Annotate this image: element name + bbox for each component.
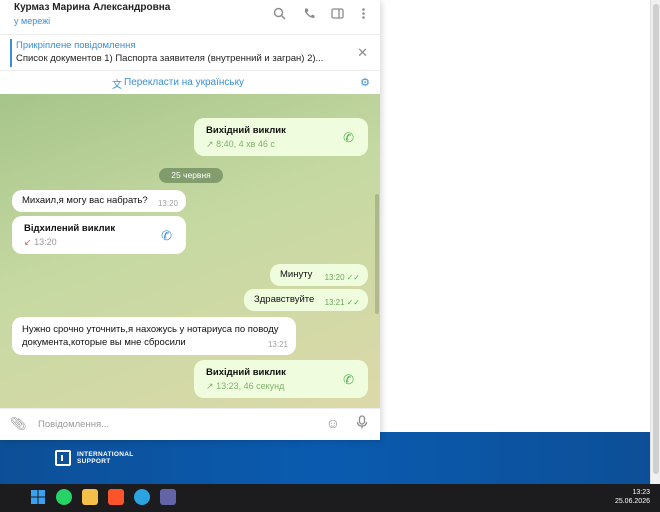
windows-taskbar [0, 484, 660, 512]
incoming-message[interactable]: Михаил,я могу вас набрать? 13:20 [12, 190, 186, 212]
call-details: ↗ 8:40, 4 хв 46 с [206, 139, 356, 150]
call-back-icon[interactable]: ✆ [161, 228, 172, 244]
read-checkmarks-icon: ✓✓ [346, 298, 360, 307]
search-icon[interactable] [272, 7, 286, 21]
message-text-line2: документа,которые вы мне сбросили [22, 337, 186, 348]
outgoing-arrow-icon: ↗ [206, 139, 214, 149]
telegram-icon[interactable] [134, 489, 150, 505]
call-details: ↗ 13:23, 46 секунд [206, 381, 356, 392]
microphone-icon[interactable] [356, 415, 368, 432]
call-title: Вихідний виклик [206, 367, 286, 378]
system-clock[interactable]: 13:23 25.06.2026 [615, 488, 650, 506]
more-icon[interactable] [356, 7, 370, 21]
chat-scrollbar[interactable] [375, 194, 379, 314]
file-explorer-icon[interactable] [82, 489, 98, 505]
windows-start-icon[interactable] [30, 489, 46, 505]
contact-status: у мережі [14, 16, 51, 26]
message-time-text: 13:21 [324, 298, 345, 307]
call-details-text: 13:23, 46 секунд [216, 381, 285, 391]
message-time: 13:21 [267, 340, 288, 349]
pinned-accent-bar [10, 39, 12, 67]
date-divider: 25 червня [159, 168, 223, 183]
outgoing-message[interactable]: Минуту 13:20 ✓✓ [270, 264, 368, 286]
whatsapp-icon[interactable] [56, 489, 72, 505]
contact-name[interactable]: Курмаз Марина Александровна [14, 2, 170, 13]
read-checkmarks-icon: ✓✓ [346, 273, 360, 282]
message-text: Минуту [280, 269, 313, 280]
call-title: Відхилений виклик [24, 223, 116, 234]
pinned-title: Прикріплене повідомлення [16, 40, 136, 51]
call-back-icon[interactable]: ✆ [343, 372, 354, 388]
logo-line1: INTERNATIONAL [77, 451, 134, 458]
call-title: Вихідний виклик [206, 125, 286, 136]
message-text: Здравствуйте [254, 294, 315, 305]
chat-history[interactable]: Вихідний виклик ↗ 8:40, 4 хв 46 с ✆ 25 ч… [0, 94, 380, 408]
outgoing-call-bubble[interactable]: Вихідний виклик ↗ 8:40, 4 хв 46 с ✆ [194, 118, 368, 156]
scrollbar-thumb[interactable] [653, 4, 659, 474]
outgoing-call-bubble[interactable]: Вихідний виклик ↗ 13:23, 46 секунд ✆ [194, 360, 368, 398]
telegram-window: Курмаз Марина Александровна у мережі При… [0, 0, 380, 440]
phone-icon[interactable] [302, 7, 316, 21]
page-scrollbar[interactable] [650, 0, 660, 484]
teams-icon[interactable] [160, 489, 176, 505]
sidebar-toggle-icon[interactable] [330, 7, 344, 21]
pinned-message[interactable]: Прикріплене повідомлення Список документ… [0, 34, 380, 70]
message-time: 13:21 ✓✓ [325, 298, 360, 307]
chat-header: Курмаз Марина Александровна у мережі [0, 0, 380, 34]
incoming-message[interactable]: Нужно срочно уточнить,я нахожусь у нотар… [12, 317, 296, 355]
call-details-text: 13:20 [34, 237, 57, 247]
close-icon[interactable]: ✕ [357, 45, 368, 61]
paperclip-icon[interactable]: 📎︎ [10, 416, 27, 432]
brave-browser-icon[interactable] [108, 489, 124, 505]
translate-icon: 文 [112, 80, 122, 91]
international-support-logo: INTERNATIONAL SUPPORT [55, 450, 134, 466]
outgoing-arrow-icon: ↗ [206, 381, 214, 391]
translate-bar[interactable]: 文 Перекласти на українську ⚙ [0, 70, 380, 94]
logo-mark-icon [55, 450, 71, 466]
translate-label[interactable]: Перекласти на українську [124, 77, 244, 88]
pinned-text: Список документов 1) Паспорта заявителя … [16, 53, 324, 64]
message-time-text: 13:20 [324, 273, 345, 282]
clock-time: 13:23 [632, 489, 650, 496]
outgoing-message[interactable]: Здравствуйте 13:21 ✓✓ [244, 289, 368, 311]
message-input[interactable]: Повідомлення... [38, 419, 109, 430]
message-time: 13:20 ✓✓ [325, 273, 360, 282]
message-text-line1: Нужно срочно уточнить,я нахожусь у нотар… [22, 324, 279, 335]
translate-settings-icon[interactable]: ⚙ [360, 76, 370, 89]
call-details: ↙ 13:20 [24, 237, 174, 248]
message-text: Михаил,я могу вас набрать? [22, 195, 148, 206]
emoji-icon[interactable]: ☺ [326, 415, 340, 431]
call-details-text: 8:40, 4 хв 46 с [216, 139, 275, 149]
declined-arrow-icon: ↙ [24, 237, 32, 247]
call-back-icon[interactable]: ✆ [343, 130, 354, 146]
message-composer: 📎︎ Повідомлення... ☺ [0, 408, 380, 440]
message-time: 13:20 [157, 199, 178, 208]
clock-date: 25.06.2026 [614, 498, 650, 505]
logo-line2: SUPPORT [77, 458, 111, 465]
browser-page-background [380, 0, 650, 432]
declined-call-bubble[interactable]: Відхилений виклик ↙ 13:20 ✆ [12, 216, 186, 254]
